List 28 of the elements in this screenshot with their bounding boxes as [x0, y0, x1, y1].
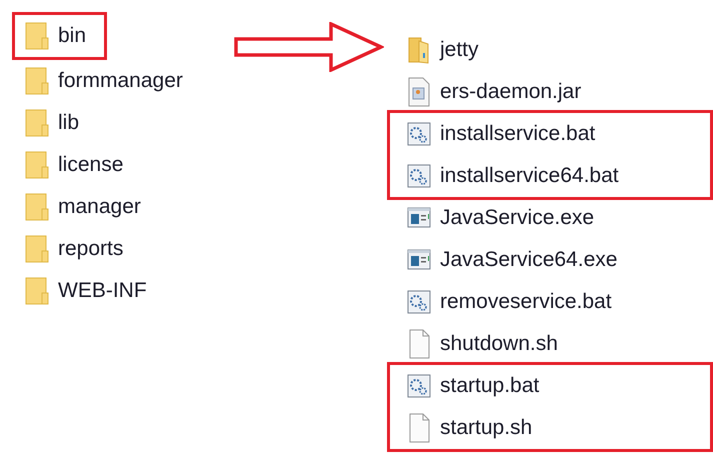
file-name[interactable]: manager: [58, 195, 141, 219]
file-name[interactable]: startup.bat: [440, 374, 540, 398]
file-name[interactable]: JavaService.exe: [440, 206, 594, 230]
file-name[interactable]: reports: [58, 237, 124, 261]
document-icon: [407, 77, 431, 107]
file-name[interactable]: bin: [58, 24, 86, 48]
file-name[interactable]: shutdown.sh: [440, 332, 558, 356]
folder-icon: [25, 192, 49, 222]
file-name[interactable]: installservice64.bat: [440, 164, 619, 188]
file-name[interactable]: startup.sh: [440, 416, 532, 440]
file-name[interactable]: JavaService64.exe: [440, 248, 618, 272]
file-name[interactable]: formmanager: [58, 69, 183, 93]
file-name[interactable]: ers-daemon.jar: [440, 80, 582, 104]
file-name[interactable]: installservice.bat: [440, 122, 596, 146]
folder-icon: [25, 66, 49, 96]
blank-file-icon: [407, 413, 431, 443]
folder-icon: [25, 234, 49, 264]
folder-icon: [25, 276, 49, 306]
file-name[interactable]: removeservice.bat: [440, 290, 612, 314]
file-name[interactable]: license: [58, 153, 124, 177]
folder-icon: [407, 35, 431, 65]
folder-icon: [25, 150, 49, 180]
folder-icon: [25, 21, 49, 51]
blank-file-icon: [407, 329, 431, 359]
file-name[interactable]: WEB-INF: [58, 279, 147, 303]
file-name[interactable]: jetty: [440, 38, 479, 62]
file-name[interactable]: lib: [58, 111, 80, 135]
folder-icon: [25, 108, 49, 138]
